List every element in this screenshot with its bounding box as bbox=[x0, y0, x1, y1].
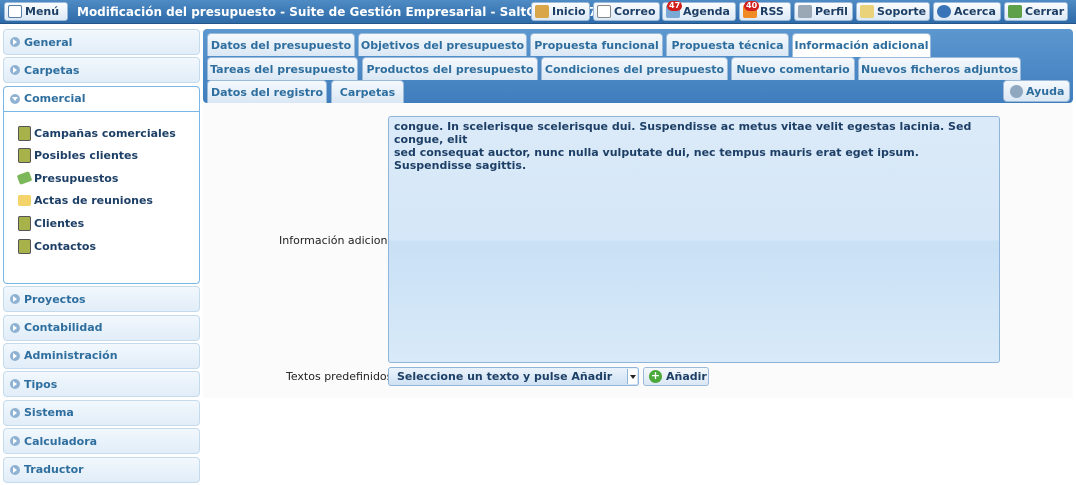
comercial-menu: Campañas comerciales Posibles clientes P… bbox=[3, 111, 200, 284]
sidebar-item-posibles-clientes[interactable]: Posibles clientes bbox=[4, 144, 199, 167]
menu-label: Menú bbox=[25, 5, 60, 18]
support-icon bbox=[860, 5, 874, 18]
chevron-right-icon bbox=[10, 37, 20, 47]
menu-icon bbox=[8, 5, 22, 18]
tab-datos-presupuesto[interactable]: Datos del presupuesto bbox=[207, 33, 355, 56]
sidebar-item-presupuestos[interactable]: Presupuestos bbox=[4, 167, 199, 190]
money-icon bbox=[16, 171, 33, 186]
sidebar: General Carpetas Comercial Campañas come… bbox=[3, 29, 200, 485]
info-icon bbox=[937, 5, 951, 18]
help-icon bbox=[1010, 84, 1023, 98]
sidebar-section-sistema[interactable]: Sistema bbox=[3, 399, 200, 426]
info-label: Información adicional bbox=[279, 234, 398, 247]
sidebar-section-carpetas[interactable]: Carpetas bbox=[3, 57, 200, 84]
chevron-right-icon bbox=[10, 350, 20, 361]
agenda-button[interactable]: 47 Agenda bbox=[662, 1, 736, 21]
rss-button[interactable]: 40 RSS bbox=[739, 1, 791, 21]
info-text-line: sed consequat auctor, nunc nulla vulputa… bbox=[394, 146, 919, 172]
rss-icon: 40 bbox=[743, 1, 760, 18]
info-textarea[interactable]: congue. In scelerisque scelerisque dui. … bbox=[388, 116, 1000, 363]
book-icon bbox=[18, 148, 31, 164]
predef-label: Textos predefinidos bbox=[286, 370, 393, 383]
perfil-button[interactable]: Perfil bbox=[794, 2, 853, 21]
plus-icon: + bbox=[649, 369, 662, 383]
tab-nuevos-ficheros[interactable]: Nuevos ficheros adjuntos bbox=[858, 57, 1021, 80]
tab-objetivos[interactable]: Objetivos del presupuesto bbox=[358, 33, 527, 56]
agenda-icon: 47 bbox=[666, 1, 683, 18]
agenda-badge: 47 bbox=[667, 1, 683, 11]
sidebar-section-general[interactable]: General bbox=[3, 29, 200, 55]
sidebar-section-contabilidad[interactable]: Contabilidad bbox=[3, 314, 200, 341]
tab-datos-registro[interactable]: Datos del registro bbox=[207, 80, 327, 103]
mail-icon bbox=[597, 5, 611, 18]
tab-carpetas[interactable]: Carpetas bbox=[331, 80, 404, 103]
acerca-button[interactable]: Acerca bbox=[933, 2, 1001, 21]
soporte-button[interactable]: Soporte bbox=[856, 2, 930, 21]
predef-select[interactable]: Seleccione un texto y pulse Añadir bbox=[388, 367, 639, 386]
book-icon bbox=[18, 238, 31, 254]
sidebar-section-tipos[interactable]: Tipos bbox=[3, 371, 200, 398]
sidebar-section-calculadora[interactable]: Calculadora bbox=[3, 428, 200, 455]
book-icon bbox=[18, 125, 31, 141]
sidebar-section-comercial[interactable]: Comercial bbox=[3, 85, 200, 112]
add-button[interactable]: + Añadir bbox=[643, 367, 709, 386]
inicio-button[interactable]: Inicio bbox=[531, 2, 590, 21]
chevron-right-icon bbox=[10, 379, 20, 390]
tab-nuevo-comentario[interactable]: Nuevo comentario bbox=[731, 57, 855, 80]
rss-badge: 40 bbox=[744, 1, 760, 11]
tab-propuesta-funcional[interactable]: Propuesta funcional bbox=[530, 33, 663, 56]
tab-productos[interactable]: Productos del presupuesto bbox=[362, 57, 538, 80]
sidebar-item-contactos[interactable]: Contactos bbox=[4, 235, 199, 258]
info-text-line: congue. In scelerisque scelerisque dui. … bbox=[394, 120, 972, 146]
exit-icon bbox=[1008, 5, 1022, 18]
sidebar-section-traductor[interactable]: Traductor bbox=[3, 456, 200, 483]
note-icon bbox=[18, 195, 31, 207]
cerrar-button[interactable]: Cerrar bbox=[1004, 2, 1068, 21]
help-button[interactable]: Ayuda bbox=[1003, 80, 1070, 102]
sidebar-section-proyectos[interactable]: Proyectos bbox=[3, 286, 200, 313]
home-icon bbox=[535, 5, 549, 18]
wrench-icon bbox=[798, 5, 812, 18]
chevron-down-icon bbox=[10, 93, 20, 104]
correo-button[interactable]: Correo bbox=[593, 2, 660, 21]
chevron-right-icon bbox=[10, 436, 20, 447]
chevron-right-icon bbox=[10, 407, 20, 418]
tab-tareas[interactable]: Tareas del presupuesto bbox=[207, 57, 358, 80]
menu-button[interactable]: Menú bbox=[4, 2, 68, 21]
dropdown-arrow-icon bbox=[627, 369, 637, 384]
sidebar-item-campanas[interactable]: Campañas comerciales bbox=[4, 122, 199, 145]
chevron-right-icon bbox=[10, 65, 20, 76]
tab-propuesta-tecnica[interactable]: Propuesta técnica bbox=[666, 33, 789, 56]
sidebar-section-administracion[interactable]: Administración bbox=[3, 342, 200, 369]
sidebar-item-clientes[interactable]: Clientes bbox=[4, 212, 199, 235]
top-toolbar: Menú Modificación del presupuesto - Suit… bbox=[0, 0, 1076, 24]
chevron-right-icon bbox=[10, 294, 20, 305]
sidebar-item-actas[interactable]: Actas de reuniones bbox=[4, 190, 199, 213]
book-icon bbox=[18, 215, 31, 231]
tab-condiciones[interactable]: Condiciones del presupuesto bbox=[541, 57, 728, 80]
chevron-right-icon bbox=[10, 464, 20, 475]
tab-informacion-adicional[interactable]: Información adicional bbox=[792, 33, 931, 57]
chevron-right-icon bbox=[10, 322, 20, 333]
